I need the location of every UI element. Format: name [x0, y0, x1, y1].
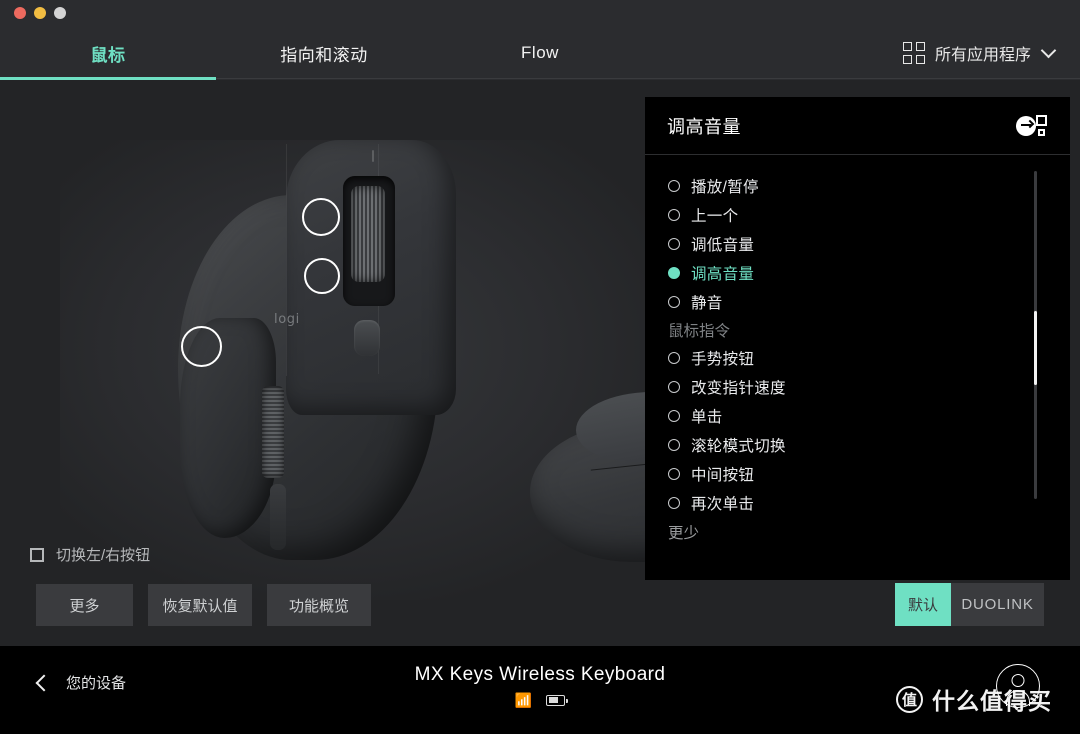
option-mute[interactable]: 静音	[645, 287, 1070, 316]
close-window-button[interactable]	[14, 7, 26, 19]
mouse-thumb-wheel	[262, 386, 284, 478]
swap-buttons-checkbox[interactable]	[30, 547, 44, 562]
mouse-mode-shift-button	[354, 320, 380, 356]
scroll-wheel-hotspot[interactable]	[302, 198, 340, 236]
minimize-window-button[interactable]	[34, 7, 46, 19]
logi-options-window: 鼠标 指向和滚动 Flow 所有应用程序 logi 切换左/右按钮 更多 恢复默…	[0, 0, 1080, 734]
option-wheel-mode-shift[interactable]: 滚轮模式切换	[645, 430, 1070, 459]
option-label: 改变指针速度	[691, 379, 786, 397]
radio-icon	[668, 467, 680, 480]
feature-overview-button[interactable]: 功能概览	[267, 584, 371, 626]
panel-option-list: 播放/暂停 上一个 调低音量 调高音量 静音 鼠标指令 手势按钮 改变指针速度 …	[645, 155, 1070, 579]
option-click[interactable]: 单击	[645, 401, 1070, 430]
option-label: 再次单击	[691, 495, 755, 513]
radio-icon	[668, 351, 680, 364]
radio-icon-selected	[668, 266, 680, 279]
option-label: 调低音量	[691, 236, 755, 254]
tab-point-and-scroll[interactable]: 指向和滚动	[216, 26, 432, 80]
grid-icon	[902, 42, 925, 64]
panel-scrollbar-track[interactable]	[1034, 171, 1037, 499]
option-play-pause[interactable]: 播放/暂停	[645, 171, 1070, 200]
tab-point-and-scroll-label: 指向和滚动	[280, 45, 368, 65]
tab-flow-label: Flow	[521, 43, 559, 62]
option-gesture-button[interactable]: 手势按钮	[645, 343, 1070, 372]
option-click-again[interactable]: 再次单击	[645, 488, 1070, 517]
panel-scrollbar-thumb[interactable]	[1034, 311, 1037, 385]
stage-button-row: 更多 恢复默认值 功能概览	[36, 584, 371, 626]
title-bar	[0, 0, 1080, 26]
more-button[interactable]: 更多	[36, 584, 133, 626]
radio-icon	[668, 409, 680, 422]
option-label: 滚轮模式切换	[691, 437, 786, 455]
profile-segmented-control: 默认 DUOLINK	[895, 583, 1044, 626]
tab-mouse[interactable]: 鼠标	[0, 26, 216, 80]
swap-buttons-checkbox-row[interactable]: 切换左/右按钮	[30, 544, 150, 565]
battery-icon	[546, 694, 568, 706]
zoom-window-button[interactable]	[54, 7, 66, 19]
option-previous[interactable]: 上一个	[645, 200, 1070, 229]
show-less-toggle[interactable]: 更少	[645, 517, 1070, 547]
mouse-led-indicator	[372, 150, 374, 162]
mouse-button-split	[286, 144, 287, 376]
tab-list: 鼠标 指向和滚动 Flow	[0, 26, 648, 80]
group-heading-mouse-commands: 鼠标指令	[668, 322, 731, 340]
segment-duolink[interactable]: DUOLINK	[951, 583, 1044, 626]
tab-mouse-label: 鼠标	[90, 45, 126, 65]
action-assignment-panel: 调高音量 播放/暂停 上一个 调低音量 调高音量 静音 鼠标指令 手势按钮 改变…	[645, 97, 1070, 580]
panel-header: 调高音量	[645, 97, 1070, 155]
option-volume-up[interactable]: 调高音量	[645, 258, 1070, 287]
all-applications-selector[interactable]: 所有应用程序	[902, 26, 1057, 80]
watermark-text: 什么值得买	[932, 688, 1052, 714]
option-label: 调高音量	[691, 265, 755, 283]
tab-bar: 鼠标 指向和滚动 Flow 所有应用程序	[0, 26, 1080, 80]
segment-default[interactable]: 默认	[895, 583, 951, 626]
device-status-icons: 📶	[514, 692, 568, 708]
thumb-button-hotspot[interactable]	[181, 326, 222, 367]
watermark: 值 什么值得买	[896, 682, 1052, 716]
traffic-lights	[14, 7, 66, 19]
option-label: 中间按钮	[691, 466, 755, 484]
mouse-scroll-wheel	[351, 186, 385, 282]
assign-to-app-icon[interactable]	[1016, 113, 1050, 139]
option-label: 静音	[691, 294, 723, 312]
watermark-badge: 值	[896, 685, 923, 713]
radio-icon	[668, 179, 680, 192]
option-volume-down[interactable]: 调低音量	[645, 229, 1070, 258]
mode-shift-hotspot[interactable]	[304, 258, 340, 294]
option-label: 手势按钮	[691, 350, 755, 368]
panel-title: 调高音量	[667, 116, 741, 137]
option-change-pointer-speed[interactable]: 改变指针速度	[645, 372, 1070, 401]
radio-icon	[668, 237, 680, 250]
radio-icon	[668, 438, 680, 451]
radio-icon	[668, 496, 680, 509]
footer-bar: 您的设备 MX Keys Wireless Keyboard 📶 值 什么值得买	[0, 646, 1080, 734]
option-label: 播放/暂停	[691, 178, 759, 196]
option-middle-button[interactable]: 中间按钮	[645, 459, 1070, 488]
radio-icon	[668, 208, 680, 221]
logi-logo: logi	[274, 312, 300, 327]
tab-flow[interactable]: Flow	[432, 26, 648, 80]
mouse-side-button	[270, 484, 286, 550]
restore-defaults-button[interactable]: 恢复默认值	[148, 584, 252, 626]
option-label: 单击	[691, 408, 723, 426]
swap-buttons-label: 切换左/右按钮	[56, 547, 151, 564]
radio-icon	[668, 380, 680, 393]
radio-icon	[668, 295, 680, 308]
option-label: 上一个	[691, 207, 739, 225]
bluetooth-icon: 📶	[514, 692, 533, 708]
chevron-down-icon	[1040, 42, 1057, 59]
device-name: MX Keys Wireless Keyboard	[414, 664, 666, 685]
all-applications-label: 所有应用程序	[934, 47, 1031, 64]
